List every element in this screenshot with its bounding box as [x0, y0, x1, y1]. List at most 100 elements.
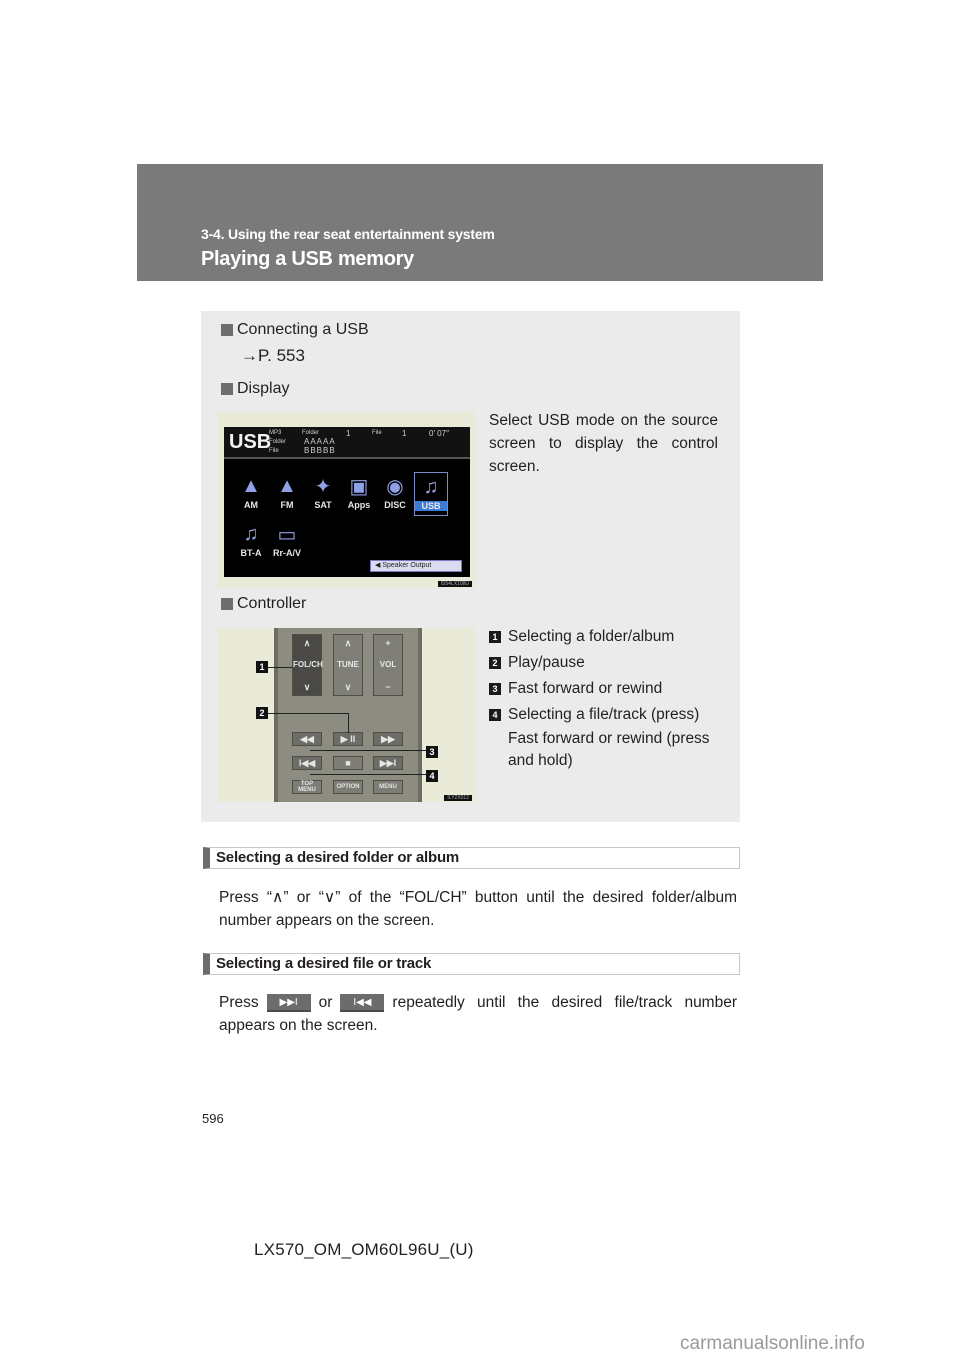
fol-ch-label: FOL/CH: [293, 660, 323, 669]
format-label: MP3: [269, 430, 282, 436]
watermark: carmanualsonline.info: [680, 1333, 865, 1354]
legend-text: Selecting a folder/album: [508, 628, 675, 645]
legend-number: 1: [489, 631, 501, 643]
source-label: Rr-A/V: [272, 548, 301, 558]
legend-item: 1 Selecting a folder/album: [489, 624, 718, 650]
source-label: DISC: [384, 500, 406, 510]
file-number: 1: [402, 429, 407, 438]
down-icon: ∨: [303, 682, 311, 692]
down-icon: ∨: [344, 682, 352, 692]
source-bt-a[interactable]: ♫ BT-A: [234, 520, 268, 564]
antenna-icon: ▲: [241, 474, 261, 497]
body-prefix: Press: [219, 994, 259, 1011]
tune-label: TUNE: [337, 660, 359, 669]
music-note-icon: ♫: [423, 475, 439, 498]
plus-icon: +: [385, 638, 391, 648]
callout-3: 3: [426, 746, 438, 758]
next-track-button[interactable]: ▶▶I: [373, 756, 403, 770]
previous-track-button[interactable]: I◀◀: [292, 756, 322, 770]
legend-item: 4 Selecting a file/track (press): [489, 702, 718, 728]
vol-rocker[interactable]: + VOL −: [373, 634, 403, 696]
image-code: IS54LX108U: [437, 581, 472, 587]
legend-number: 2: [489, 657, 501, 669]
rewind-button[interactable]: ◀◀: [292, 732, 322, 746]
folder-name: AAAAA: [304, 437, 336, 446]
source-label: USB: [415, 501, 447, 511]
legend-text: Play/pause: [508, 654, 585, 671]
folder-number: 1: [346, 429, 351, 438]
option-button[interactable]: OPTION: [333, 780, 363, 794]
section-title: 3-4. Using the rear seat entertainment s…: [201, 226, 495, 242]
legend-continuation: Fast forward or rewind (press and hold): [508, 730, 710, 769]
fol-ch-rocker[interactable]: ∧ FOL/CH ∨: [292, 634, 323, 696]
stop-button[interactable]: ■: [333, 756, 363, 770]
file-label: File: [372, 430, 382, 436]
source-label: AM: [244, 500, 258, 510]
chapter-header: 3-4. Using the rear seat entertainment s…: [137, 164, 823, 281]
folder-label: Folder: [302, 430, 320, 436]
display-screenshot: USB MP3 Folder 1 File 1 0′ 07″ Folder AA…: [218, 412, 476, 588]
top-menu-button[interactable]: TOP MENU: [292, 780, 322, 794]
page-reference-link[interactable]: →P. 553: [241, 346, 305, 366]
controller-heading-text: Controller: [237, 595, 307, 612]
controller-screenshot: ∧ FOL/CH ∨ ∧ TUNE ∨ + VOL − ◀◀ ▶ II ▶▶ I…: [218, 628, 476, 802]
disc-icon: ◉: [386, 475, 404, 498]
square-bullet-icon: [221, 383, 233, 395]
fast-forward-button[interactable]: ▶▶: [373, 732, 403, 746]
track-section-body: Press ▶▶I or I◀◀ repeatedly until the desire…: [219, 991, 737, 1037]
folder-section-heading: Selecting a desired folder or album: [203, 847, 740, 869]
legend-item: 3 Fast forward or rewind: [489, 676, 718, 702]
next-track-icon: ▶▶I: [266, 993, 311, 1012]
source-label: FM: [280, 500, 294, 510]
usb-screen: USB MP3 Folder 1 File 1 0′ 07″ Folder AA…: [224, 427, 470, 577]
connecting-heading-text: Connecting a USB: [237, 321, 369, 338]
play-pause-button[interactable]: ▶ II: [333, 732, 363, 746]
source-sat[interactable]: ✦ SAT: [306, 472, 340, 516]
source-label: SAT: [314, 500, 332, 510]
body-or: or: [318, 994, 333, 1011]
image-code: ILY2X012: [444, 795, 472, 801]
screen-status-bar: USB MP3 Folder 1 File 1 0′ 07″ Folder AA…: [224, 427, 470, 459]
previous-track-icon: I◀◀: [340, 993, 385, 1012]
minus-icon: −: [385, 682, 391, 692]
elapsed-time: 0′ 07″: [429, 429, 449, 438]
satellite-icon: ✦: [314, 475, 332, 498]
square-bullet-icon: [221, 598, 233, 610]
callout-line: [348, 713, 349, 733]
file-row-label: File: [269, 448, 279, 454]
callout-1: 1: [256, 661, 268, 673]
folder-row-label: Folder: [269, 439, 287, 445]
controller-legend: 1 Selecting a folder/album 2 Play/pause …: [489, 624, 718, 772]
source-disc[interactable]: ◉ DISC: [378, 472, 412, 516]
legend-text: Selecting a file/track (press): [508, 706, 700, 723]
monitor-icon: ▭: [277, 523, 297, 546]
display-heading-text: Display: [237, 380, 290, 397]
square-bullet-icon: [221, 324, 233, 336]
vol-label: VOL: [379, 660, 397, 669]
menu-button[interactable]: MENU: [373, 780, 403, 794]
connecting-heading: Connecting a USB: [221, 321, 369, 339]
callout-line: [310, 750, 426, 751]
callout-line: [268, 713, 348, 714]
callout-line: [310, 774, 426, 775]
track-section-heading: Selecting a desired file or track: [203, 953, 740, 975]
speaker-icon: ◀: [375, 562, 381, 569]
callout-line: [268, 667, 292, 668]
source-apps[interactable]: ▣ Apps: [342, 472, 376, 516]
folder-section-body: Press “∧” or “∨” of the “FOL/CH” button …: [219, 889, 737, 929]
tune-rocker[interactable]: ∧ TUNE ∨: [333, 634, 363, 696]
source-label: BT-A: [240, 548, 262, 558]
display-heading: Display: [221, 380, 289, 398]
controller-heading: Controller: [221, 595, 306, 613]
page-number: 596: [202, 1111, 224, 1126]
source-usb[interactable]: ♫ USB: [414, 472, 448, 516]
source-rr-av[interactable]: ▭ Rr-A/V: [270, 520, 304, 564]
apps-folder-icon: ▣: [349, 475, 369, 498]
mode-label: USB: [229, 431, 272, 453]
music-note-icon: ♫: [243, 522, 259, 545]
speaker-output-button[interactable]: ◀ Speaker Output: [370, 560, 462, 572]
source-fm[interactable]: ▲ FM: [270, 472, 304, 516]
callout-4: 4: [426, 770, 438, 782]
antenna-icon: ▲: [277, 474, 297, 497]
source-am[interactable]: ▲ AM: [234, 472, 268, 516]
